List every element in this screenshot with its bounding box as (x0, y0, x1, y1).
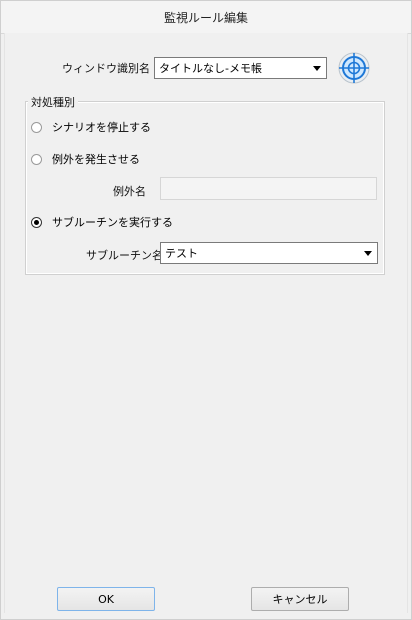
cancel-button[interactable]: キャンセル (251, 587, 349, 611)
radio-button-icon[interactable] (31, 153, 42, 165)
ok-button-label: OK (98, 592, 114, 606)
subroutine-name-combobox[interactable]: テスト (160, 242, 378, 264)
radio-raise-exception[interactable]: 例外を発生させる (31, 151, 140, 167)
radio-button-icon[interactable] (31, 121, 42, 133)
radio-label: サブルーチンを実行する (52, 216, 173, 229)
cancel-button-label: キャンセル (272, 593, 328, 606)
subroutine-name-value: テスト (165, 247, 198, 260)
radio-label: 例外を発生させる (52, 153, 140, 166)
radio-stop-scenario[interactable]: シナリオを停止する (31, 119, 151, 135)
chevron-down-icon[interactable] (308, 58, 326, 78)
radio-label: シナリオを停止する (52, 121, 151, 134)
exception-name-label: 例外名 (113, 185, 146, 198)
exception-name-field[interactable] (160, 177, 377, 200)
crosshair-target-icon[interactable] (336, 50, 372, 86)
action-type-group-title: 対処種別 (28, 94, 78, 110)
radio-run-subroutine[interactable]: サブルーチンを実行する (31, 214, 173, 230)
radio-button-selected-icon[interactable] (31, 216, 42, 228)
subroutine-name-label: サブルーチン名 (86, 249, 163, 262)
window-name-value: タイトルなし-メモ帳 (159, 62, 262, 75)
window-name-combobox[interactable]: タイトルなし-メモ帳 (154, 57, 327, 79)
dialog-title: 監視ルール編集 (163, 10, 248, 25)
chevron-down-icon[interactable] (359, 243, 377, 263)
window-name-label: ウィンドウ識別名 (62, 62, 150, 75)
ok-button[interactable]: OK (57, 587, 155, 611)
title-bar: 監視ルール編集 (1, 1, 411, 34)
